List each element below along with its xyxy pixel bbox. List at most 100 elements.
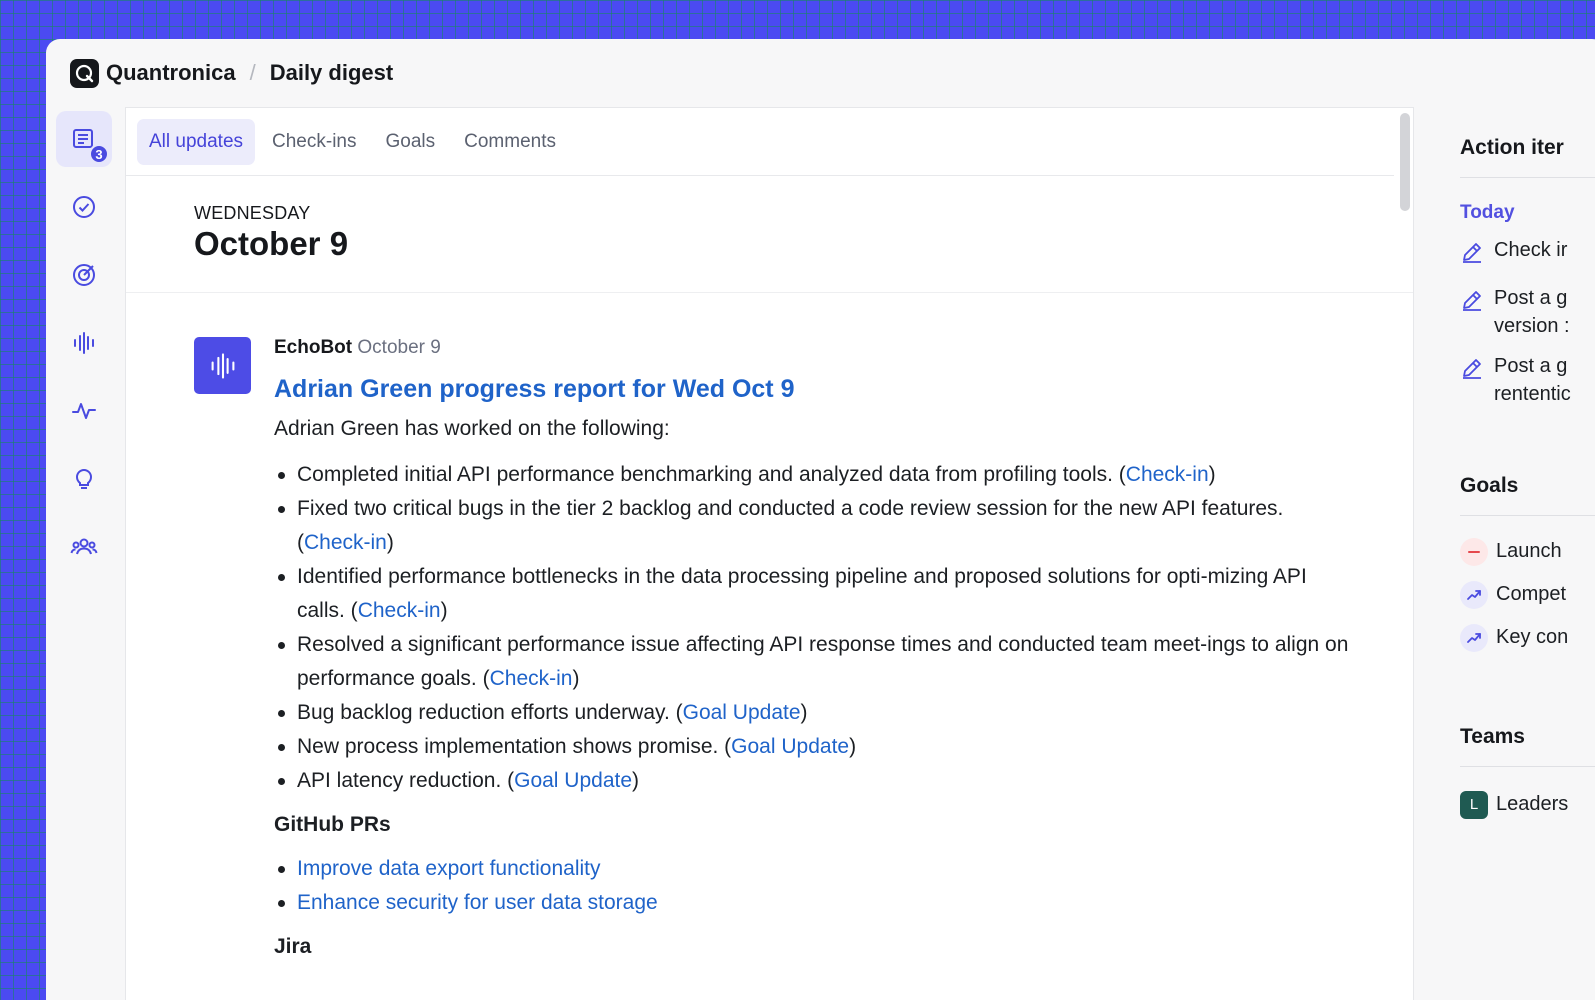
notification-badge: 3 (89, 144, 109, 164)
post-author[interactable]: EchoBot (274, 337, 352, 358)
activity-icon (72, 403, 96, 419)
pencil-icon (1460, 284, 1486, 320)
trending-up-icon (1460, 580, 1488, 609)
goal-update-link[interactable]: Goal Update (683, 701, 801, 724)
nav-updates[interactable]: 3 (56, 111, 112, 167)
app-window: Quantronica / Daily digest 3 All updates… (46, 39, 1595, 1000)
nav-ideas[interactable] (56, 451, 112, 507)
action-item-text: Check ir (1494, 239, 1568, 261)
divider (1460, 515, 1595, 516)
weekday-label: WEDNESDAY (194, 203, 311, 223)
jira-heading: Jira (274, 935, 312, 958)
target-icon (73, 264, 95, 286)
right-sidebar: Action iter Today Check ir Post a g versi… (1460, 134, 1595, 826)
post-content: EchoBot October 9 Adrian Green progress … (274, 337, 1354, 962)
action-item[interactable]: Post a g rententic (1460, 352, 1595, 408)
item-text: Bug backlog reduction efforts underway. … (297, 701, 683, 724)
item-text: Resolved a significant performance issue… (297, 633, 1349, 690)
post-date: October 9 (357, 337, 441, 358)
quantronica-logo-icon[interactable] (70, 58, 99, 88)
waveform-icon (74, 332, 94, 354)
action-item-text: version : (1494, 315, 1570, 337)
check-circle-icon (73, 196, 95, 218)
post-intro: Adrian Green has worked on the following… (274, 417, 670, 440)
pencil-icon (1460, 236, 1486, 272)
page-title: Daily digest (269, 60, 394, 85)
goal-update-link[interactable]: Goal Update (731, 735, 849, 758)
team-initial-badge: L (1460, 790, 1488, 819)
nav-goals[interactable] (56, 247, 112, 303)
goal-item[interactable]: Compet (1460, 573, 1595, 616)
list-item: Bug backlog reduction efforts underway. … (274, 696, 1354, 730)
waveform-icon (211, 352, 234, 379)
item-close: ) (800, 701, 808, 724)
pencil-icon (1460, 352, 1486, 388)
tab-goals[interactable]: Goals (374, 119, 448, 165)
item-close: ) (386, 531, 394, 554)
teams-heading: Teams (1460, 725, 1525, 748)
nav-teams[interactable] (56, 519, 112, 575)
action-item[interactable]: Post a g version : (1460, 284, 1595, 340)
day-header: WEDNESDAY October 9 (126, 176, 1413, 293)
item-close: ) (440, 599, 448, 622)
divider (1460, 766, 1595, 767)
trending-up-icon (1460, 623, 1488, 652)
lightbulb-icon (75, 469, 93, 489)
divider (1460, 177, 1595, 178)
echobot-avatar (194, 337, 251, 394)
team-item[interactable]: L Leaders (1460, 783, 1595, 826)
goal-label: Launch (1496, 540, 1562, 562)
today-label: Today (1460, 202, 1515, 223)
goals-heading: Goals (1460, 474, 1519, 497)
day-date: October 9 (194, 225, 349, 262)
list-item: Fixed two critical bugs in the tier 2 ba… (274, 492, 1354, 560)
item-close: ) (849, 735, 857, 758)
item-close: ) (1208, 463, 1216, 486)
scrollbar-thumb[interactable] (1400, 113, 1410, 211)
tab-check-ins[interactable]: Check-ins (260, 119, 368, 165)
item-text: New process implementation shows promise… (297, 735, 732, 758)
list-item: Identified performance bottlenecks in th… (274, 560, 1354, 628)
github-pr-link[interactable]: Enhance security for user data storage (274, 886, 1354, 920)
check-in-link[interactable]: Check-in (358, 599, 441, 622)
tab-all-updates[interactable]: All updates (137, 118, 256, 165)
goal-update-link[interactable]: Goal Update (514, 769, 632, 792)
item-close: ) (572, 667, 580, 690)
list-item: API latency reduction. (Goal Update) (274, 764, 1354, 798)
team-label: Leaders (1496, 793, 1569, 815)
list-item: Resolved a significant performance issue… (274, 628, 1354, 696)
breadcrumb-separator: / (249, 60, 256, 85)
github-heading: GitHub PRs (274, 813, 391, 836)
check-in-link[interactable]: Check-in (304, 531, 387, 554)
nav-rail: 3 (56, 111, 114, 631)
item-close: ) (632, 769, 640, 792)
goal-item[interactable]: Launch (1460, 530, 1595, 573)
nav-signals[interactable] (56, 315, 112, 371)
item-text: Identified performance bottlenecks in th… (297, 565, 1307, 622)
list-item: New process implementation shows promise… (274, 730, 1354, 764)
check-in-link[interactable]: Check-in (490, 667, 573, 690)
goal-label: Key con (1496, 626, 1569, 648)
nav-checkins[interactable] (56, 179, 112, 235)
item-text: API latency reduction. ( (297, 769, 515, 792)
brand-name[interactable]: Quantronica (106, 60, 236, 86)
nav-activity[interactable] (56, 383, 112, 439)
action-item-text: Post a g (1494, 287, 1568, 309)
item-text: Completed initial API performance benchm… (297, 463, 1126, 486)
action-items-heading: Action iter (1460, 136, 1564, 159)
top-bar: Quantronica / Daily digest (46, 39, 1595, 107)
goal-item[interactable]: Key con (1460, 616, 1595, 659)
post-title-link[interactable]: Adrian Green progress report for Wed Oct… (274, 374, 1354, 404)
goal-label: Compet (1496, 583, 1567, 605)
tab-bar: All updates Check-ins Goals Comments (126, 108, 1394, 176)
people-icon (70, 538, 98, 555)
progress-list: Completed initial API performance benchm… (274, 458, 1354, 798)
item-text: Fixed two critical bugs in the tier 2 ba… (297, 497, 1284, 554)
check-in-link[interactable]: Check-in (1126, 463, 1209, 486)
action-item-text: rententic (1494, 383, 1571, 405)
github-pr-link[interactable]: Improve data export functionality (274, 852, 1354, 886)
tab-comments[interactable]: Comments (452, 119, 568, 165)
post-meta: EchoBot October 9 (274, 337, 1354, 359)
action-item[interactable]: Check ir (1460, 236, 1595, 272)
main-panel: All updates Check-ins Goals Comments WED… (125, 107, 1414, 1000)
